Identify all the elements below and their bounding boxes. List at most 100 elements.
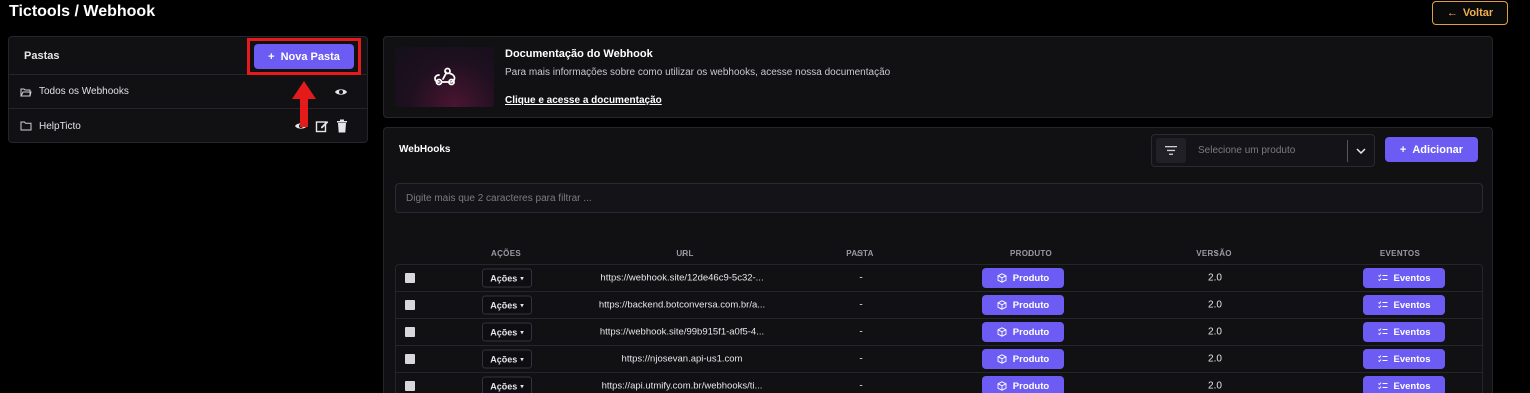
row-checkbox[interactable] (405, 327, 415, 337)
list-check-icon (1377, 328, 1388, 336)
caret-down-icon: ▾ (520, 302, 524, 309)
row-product-button[interactable]: Produto (982, 322, 1064, 342)
row-events-button[interactable]: Eventos (1363, 322, 1445, 342)
box-icon (997, 381, 1007, 391)
plus-icon: + (268, 50, 275, 63)
row-actions-dropdown[interactable]: Ações ▾ (482, 322, 532, 342)
product-label: Produto (1012, 272, 1050, 284)
row-product-button[interactable]: Produto (982, 376, 1064, 393)
list-check-icon (1377, 355, 1388, 363)
actions-label: Ações (490, 327, 518, 337)
webhooks-panel: WebHooks Selecione um produto + Adiciona… (383, 127, 1493, 393)
product-label: Produto (1012, 380, 1050, 392)
folder-item-label: HelpTicto (39, 120, 81, 132)
row-checkbox[interactable] (405, 381, 415, 391)
row-checkbox[interactable] (405, 300, 415, 310)
webhooks-title: WebHooks (399, 144, 451, 155)
row-actions-dropdown[interactable]: Ações ▾ (482, 268, 532, 288)
caret-down-icon: ▾ (520, 329, 524, 336)
row-product-button[interactable]: Produto (982, 349, 1064, 369)
table-row: Ações ▾ https://njosevan.api-us1.com - Produ… (396, 346, 1482, 373)
table-row: Ações ▾ https://webhook.site/99b915f1-a0f5… (396, 319, 1482, 346)
actions-label: Ações (490, 273, 518, 283)
box-icon (997, 327, 1007, 337)
row-folder: - (859, 380, 863, 392)
add-webhook-button[interactable]: + Adicionar (1385, 137, 1478, 162)
row-url: https://backend.botconversa.com.br/a... (598, 299, 766, 311)
caret-down-icon: ▾ (520, 275, 524, 282)
webhook-thumbnail (395, 47, 494, 107)
row-checkbox[interactable] (405, 273, 415, 283)
row-events-button[interactable]: Eventos (1363, 349, 1445, 369)
row-version: 2.0 (1208, 353, 1222, 365)
product-label: Produto (1012, 326, 1050, 338)
new-folder-button[interactable]: + Nova Pasta (254, 44, 354, 69)
events-label: Eventos (1393, 272, 1431, 284)
row-url: https://webhook.site/12de46c9-5c32-... (600, 272, 764, 284)
plus-icon: + (1399, 143, 1407, 156)
eye-icon[interactable] (334, 87, 348, 97)
row-version: 2.0 (1208, 299, 1222, 311)
nova-pasta-highlight: + Nova Pasta (247, 38, 361, 75)
box-icon (997, 300, 1007, 310)
product-label: Produto (1012, 353, 1050, 365)
row-events-button[interactable]: Eventos (1363, 268, 1445, 288)
actions-label: Ações (490, 381, 518, 391)
events-label: Eventos (1393, 299, 1431, 311)
row-events-button[interactable]: Eventos (1363, 295, 1445, 315)
row-product-button[interactable]: Produto (982, 295, 1064, 315)
events-label: Eventos (1393, 380, 1431, 392)
row-url: https://api.utmify.com.br/webhooks/ti... (601, 380, 763, 392)
sort-icon: ↓↑ (1209, 249, 1219, 258)
filter-input[interactable]: Digite mais que 2 caracteres para filtra… (395, 183, 1483, 213)
row-actions-dropdown[interactable]: Ações ▾ (482, 376, 532, 393)
sort-icon: ↓↑ (855, 249, 865, 258)
filter-input-placeholder: Digite mais que 2 caracteres para filtra… (406, 192, 592, 204)
folder-icon (20, 121, 32, 131)
add-webhook-label: Adicionar (1412, 143, 1464, 156)
row-actions-dropdown[interactable]: Ações ▾ (482, 295, 532, 315)
new-folder-label: Nova Pasta (280, 50, 340, 63)
webhook-icon (433, 67, 455, 86)
chevron-down-icon[interactable] (1348, 147, 1374, 154)
back-button-label: Voltar (1462, 7, 1494, 19)
documentation-card: Documentação do Webhook Para mais inform… (383, 36, 1493, 118)
row-checkbox[interactable] (405, 354, 415, 364)
table-row: Ações ▾ https://api.utmify.com.br/webhooks… (396, 373, 1482, 393)
caret-down-icon: ▾ (520, 356, 524, 363)
row-url: https://njosevan.api-us1.com (621, 353, 743, 365)
list-check-icon (1377, 301, 1388, 309)
doc-title: Documentação do Webhook (505, 48, 653, 60)
red-arrow-up-icon (292, 81, 316, 127)
events-label: Eventos (1393, 326, 1431, 338)
edit-icon[interactable] (315, 119, 329, 133)
events-label: Eventos (1393, 353, 1431, 365)
row-version: 2.0 (1208, 326, 1222, 338)
back-button[interactable]: ← Voltar (1432, 1, 1508, 25)
row-actions-dropdown[interactable]: Ações ▾ (482, 349, 532, 369)
doc-description: Para mais informações sobre como utiliza… (505, 67, 891, 78)
caret-down-icon: ▾ (520, 383, 524, 390)
product-select[interactable]: Selecione um produto (1151, 134, 1375, 167)
row-folder: - (859, 326, 863, 338)
actions-label: Ações (490, 300, 518, 310)
list-check-icon (1377, 274, 1388, 282)
list-check-icon (1377, 382, 1388, 390)
row-folder: - (859, 299, 863, 311)
doc-link[interactable]: Clique e acesse a documentação (505, 95, 662, 106)
row-url: https://webhook.site/99b915f1-a0f5-4... (599, 326, 765, 338)
actions-label: Ações (490, 354, 518, 364)
sort-icon: ↓↑ (1026, 249, 1036, 258)
table-header: AÇÕES URL ↓↑ PASTA ↓↑ PRODUTO ↓↑ VERSÃO … (491, 249, 1421, 258)
webhooks-table-body: Ações ▾ https://webhook.site/12de46c9-5c32… (395, 264, 1483, 393)
row-product-button[interactable]: Produto (982, 268, 1064, 288)
page-title: Tictools / Webhook (9, 3, 156, 20)
trash-icon[interactable] (336, 119, 348, 133)
row-version: 2.0 (1208, 272, 1222, 284)
sort-icon: ↓↑ (680, 249, 690, 258)
row-version: 2.0 (1208, 380, 1222, 392)
row-events-button[interactable]: Eventos (1363, 376, 1445, 393)
arrow-left-icon: ← (1446, 7, 1458, 19)
row-folder: - (859, 353, 863, 365)
filter-icon[interactable] (1156, 138, 1186, 163)
